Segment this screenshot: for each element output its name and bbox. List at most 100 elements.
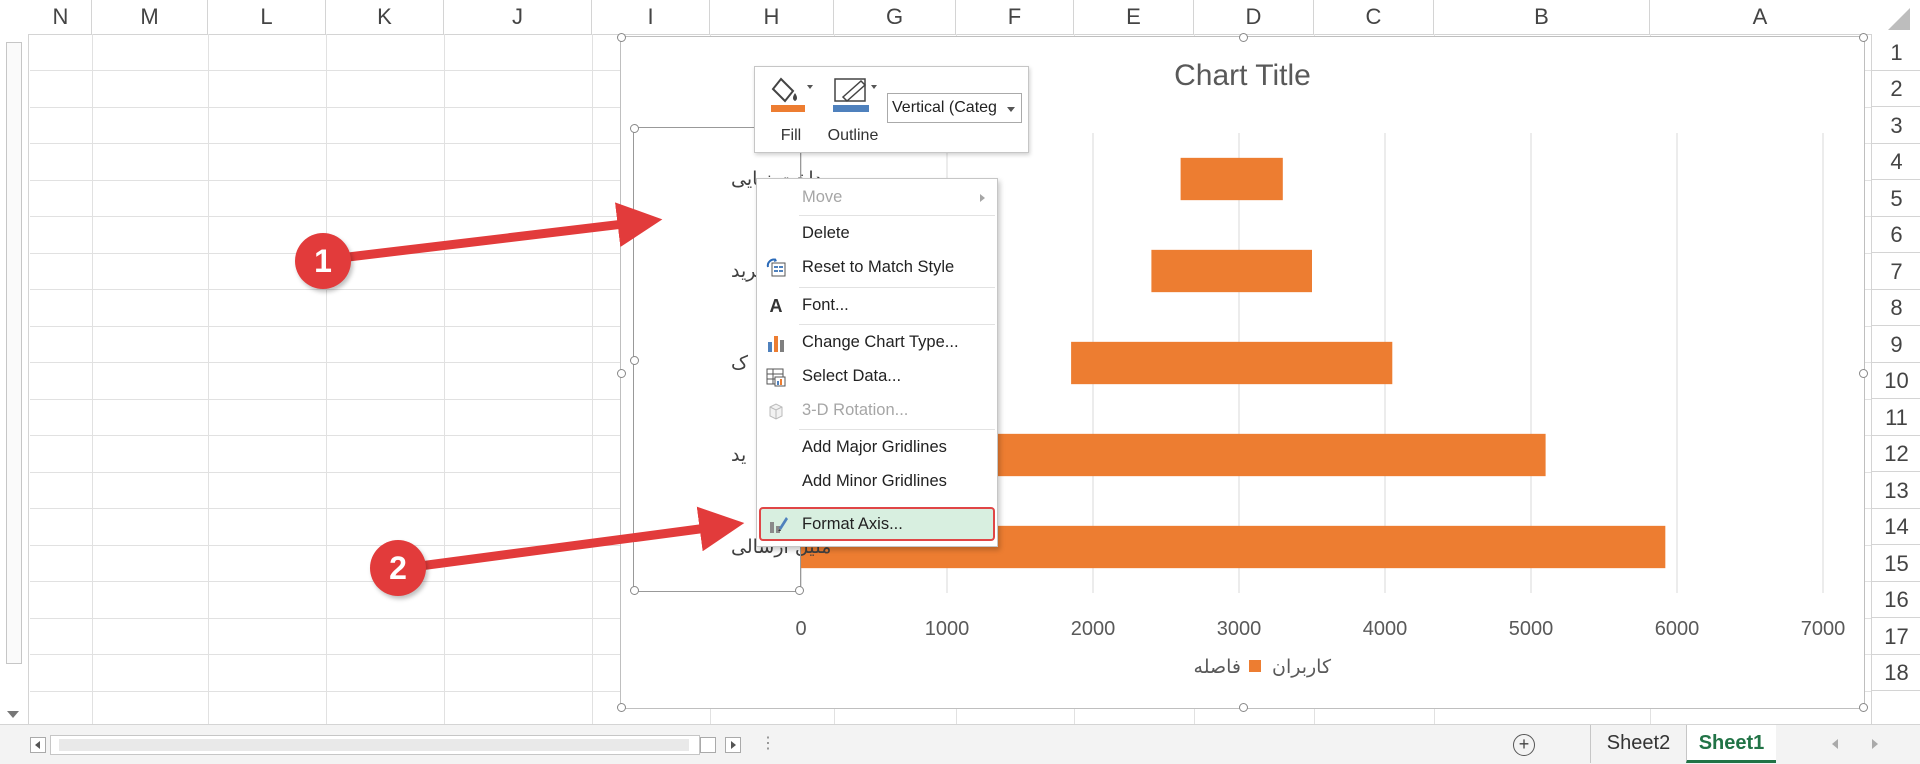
chart-resize-handle[interactable]	[1859, 703, 1868, 712]
row-header[interactable]: 17	[1872, 618, 1920, 655]
chart-resize-handle[interactable]	[1859, 369, 1868, 378]
x-tick-label[interactable]: 0	[795, 618, 806, 640]
column-header-e[interactable]: E	[1074, 0, 1194, 34]
row-header[interactable]: 1	[1872, 34, 1920, 71]
x-tick-label[interactable]: 6000	[1655, 618, 1700, 640]
axis-handle[interactable]	[630, 356, 639, 365]
row-header[interactable]: 13	[1872, 472, 1920, 509]
menu-item-add-minor-gridlines[interactable]: Add Minor Gridlines	[757, 465, 997, 499]
menu-item-add-major-gridlines[interactable]: Add Major Gridlines	[757, 431, 997, 465]
x-tick-label[interactable]: 7000	[1801, 618, 1846, 640]
scroll-down-arrow-icon[interactable]	[7, 711, 19, 718]
column-header-c[interactable]: C	[1314, 0, 1434, 34]
column-header-f[interactable]: F	[956, 0, 1074, 34]
tab-sheet1[interactable]: Sheet1	[1686, 725, 1776, 763]
mini-format-toolbar: Fill Outline Vertical (Categ	[754, 66, 1029, 153]
column-header-l[interactable]: L	[208, 0, 326, 34]
column-header-bar: N M L K J I H G F E D C B A	[0, 0, 1920, 35]
bar[interactable]	[976, 433, 1546, 477]
new-sheet-button[interactable]: +	[1513, 734, 1535, 756]
chart-resize-handle[interactable]	[1859, 33, 1868, 42]
chart-resize-handle[interactable]	[1239, 33, 1248, 42]
chart-resize-handle[interactable]	[617, 703, 626, 712]
row-header[interactable]: 2	[1872, 71, 1920, 107]
outline-label: Outline	[827, 127, 879, 144]
menu-item-move[interactable]: Move	[757, 181, 997, 215]
chart-element-dropdown[interactable]: Vertical (Categ	[887, 93, 1022, 123]
row-header[interactable]: 18	[1872, 655, 1920, 691]
axis-handle[interactable]	[795, 586, 804, 595]
next-sheet-icon[interactable]	[1872, 739, 1878, 749]
x-tick-label[interactable]: 2000	[1071, 618, 1116, 640]
menu-item-reset-style[interactable]: Reset to Match Style	[757, 251, 997, 285]
horizontal-scrollbar[interactable]	[50, 735, 700, 755]
menu-item-label: Format Axis...	[802, 515, 903, 533]
axis-handle[interactable]	[630, 124, 639, 133]
column-header-k[interactable]: K	[326, 0, 444, 34]
row-header[interactable]: 7	[1872, 253, 1920, 290]
column-header-g[interactable]: G	[834, 0, 956, 34]
fill-button[interactable]: Fill	[761, 73, 821, 147]
row-header[interactable]: 14	[1872, 509, 1920, 545]
cube-icon	[769, 403, 783, 420]
vertical-scrollbar-thumb[interactable]	[6, 42, 22, 664]
menu-item-label: Reset to Match Style	[802, 258, 955, 276]
outline-button[interactable]: Outline	[821, 73, 885, 147]
x-tick-label[interactable]: 1000	[925, 618, 970, 640]
row-header[interactable]: 10	[1872, 363, 1920, 399]
horizontal-scrollbar-thumb[interactable]	[59, 739, 689, 751]
legend-swatch[interactable]	[1249, 660, 1261, 672]
column-header-i[interactable]: I	[592, 0, 710, 34]
row-header[interactable]: 9	[1872, 326, 1920, 363]
menu-item-format-axis[interactable]: Format Axis...	[759, 507, 995, 541]
menu-item-3d-rotation[interactable]: 3-D Rotation...	[757, 394, 997, 428]
row-header[interactable]: 11	[1872, 399, 1920, 436]
menu-item-select-data[interactable]: Select Data...	[757, 360, 997, 394]
row-header[interactable]: 16	[1872, 582, 1920, 618]
tab-splitter-icon[interactable]: ⋮	[760, 735, 776, 753]
vertical-scrollbar[interactable]	[0, 34, 29, 724]
scroll-left-button[interactable]	[30, 737, 46, 753]
bar[interactable]	[1151, 249, 1312, 293]
bar[interactable]	[1180, 157, 1283, 201]
column-header-m[interactable]: M	[92, 0, 208, 34]
scroll-right-button[interactable]	[725, 737, 741, 753]
scroll-right-nav-button[interactable]	[700, 737, 716, 753]
legend-label[interactable]: کاربران	[1272, 656, 1332, 678]
row-header[interactable]: 12	[1872, 436, 1920, 472]
column-header-n[interactable]: N	[30, 0, 92, 34]
row-header[interactable]: 3	[1872, 107, 1920, 144]
legend-label[interactable]: فاصله	[1194, 656, 1241, 678]
bar[interactable]	[1071, 341, 1393, 385]
menu-item-change-chart-type[interactable]: Change Chart Type...	[757, 326, 997, 360]
menu-item-label: Add Minor Gridlines	[802, 472, 947, 490]
x-tick-label[interactable]: 5000	[1509, 618, 1554, 640]
column-header-h[interactable]: H	[710, 0, 834, 34]
column-header-b[interactable]: B	[1434, 0, 1650, 34]
tab-sheet2[interactable]: Sheet2	[1590, 725, 1686, 763]
chart-resize-handle[interactable]	[1239, 703, 1248, 712]
font-icon: A	[769, 296, 783, 316]
row-header[interactable]: 4	[1872, 144, 1920, 180]
row-header[interactable]: 5	[1872, 180, 1920, 217]
menu-item-delete[interactable]: Delete	[757, 217, 997, 251]
paint-bucket-icon	[771, 77, 813, 112]
chart-element-dropdown-value: Vertical (Categ	[892, 99, 997, 116]
row-header-bar: 1 2 3 4 5 6 7 8 9 10 11 12 13 14 15 16 1…	[1871, 34, 1920, 724]
row-header[interactable]: 8	[1872, 290, 1920, 326]
row-header[interactable]: 15	[1872, 545, 1920, 582]
chart-resize-handle[interactable]	[617, 33, 626, 42]
axis-handle[interactable]	[630, 586, 639, 595]
prev-sheet-icon[interactable]	[1832, 739, 1838, 749]
menu-item-font[interactable]: A Font...	[757, 289, 997, 323]
row-header[interactable]: 6	[1872, 217, 1920, 253]
x-tick-label[interactable]: 3000	[1217, 618, 1262, 640]
column-header-d[interactable]: D	[1194, 0, 1314, 34]
select-all-corner[interactable]	[1870, 0, 1920, 34]
chart-resize-handle[interactable]	[617, 369, 626, 378]
bar-chart-icon	[768, 336, 784, 352]
x-tick-label[interactable]: 4000	[1363, 618, 1408, 640]
select-data-icon	[766, 368, 786, 387]
column-header-j[interactable]: J	[444, 0, 592, 34]
column-header-a[interactable]: A	[1650, 0, 1871, 34]
